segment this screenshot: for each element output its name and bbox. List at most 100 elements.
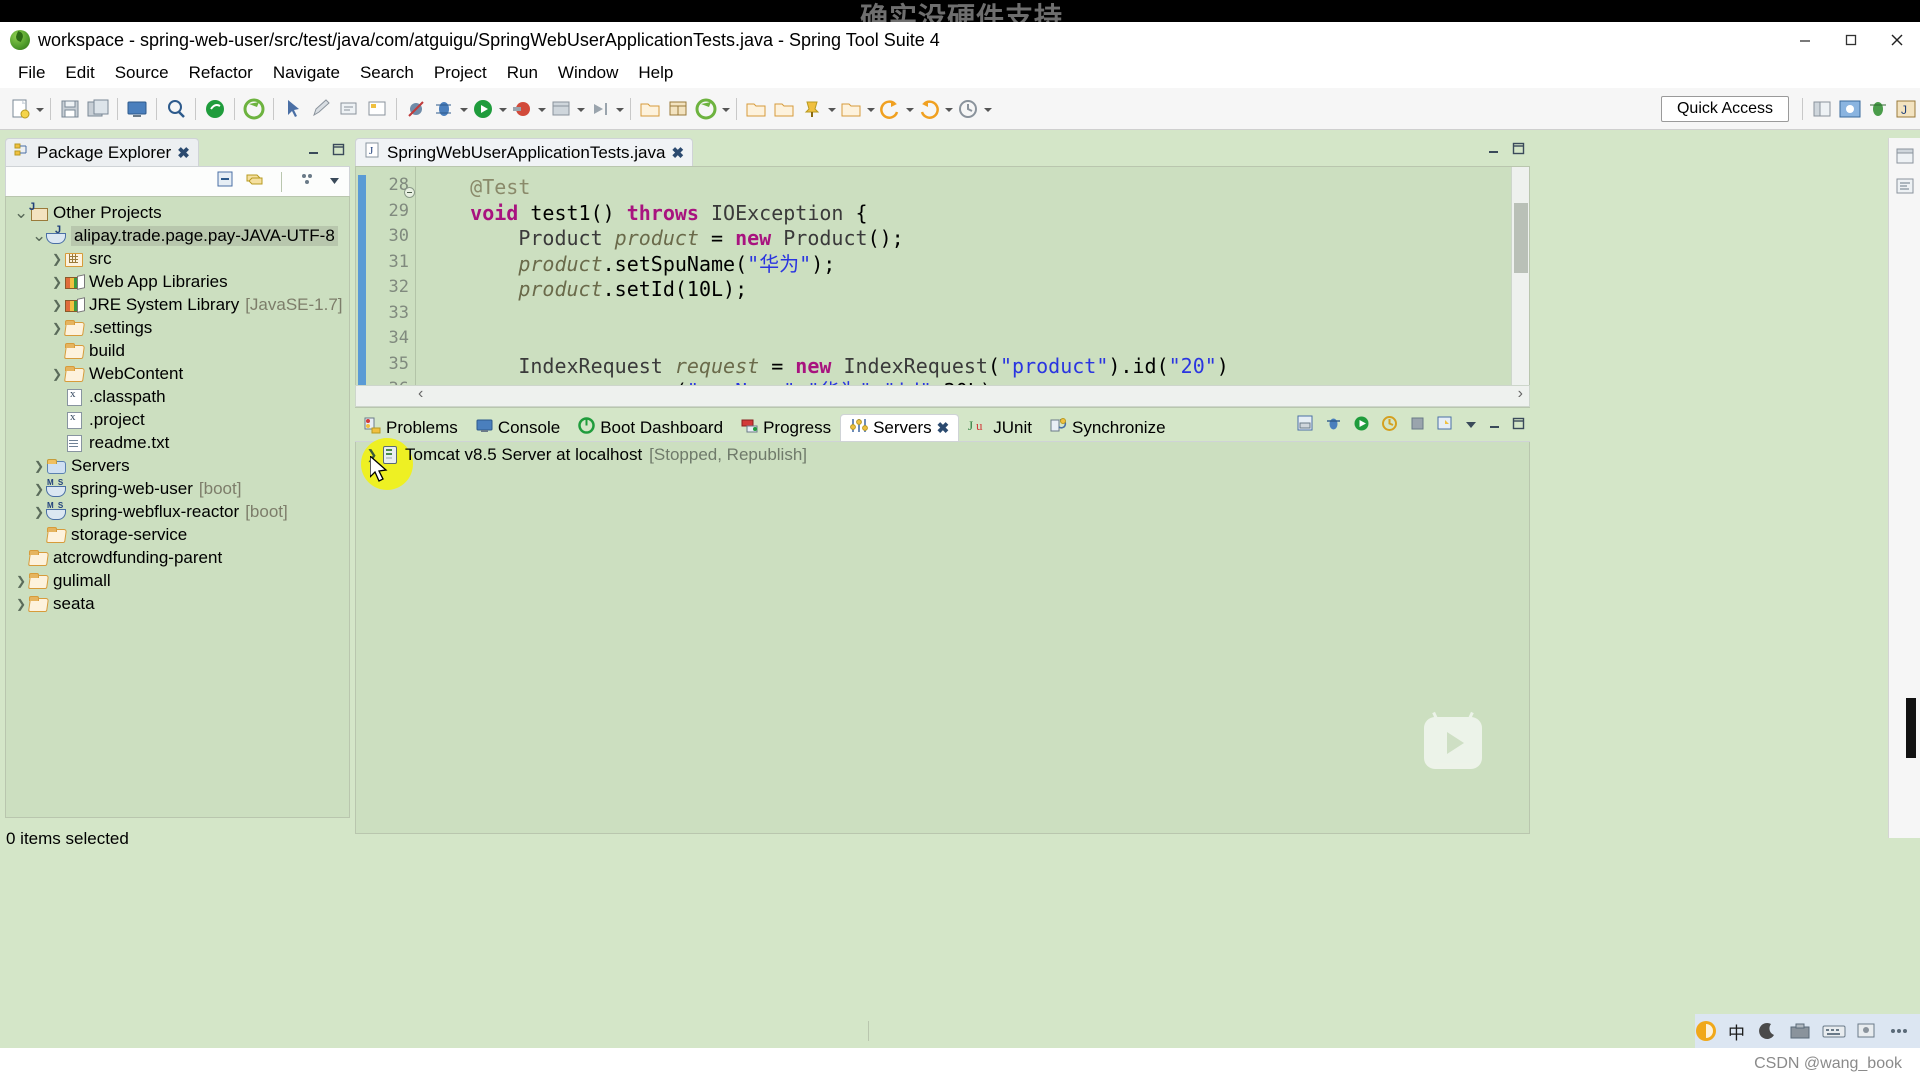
chevron-right-icon[interactable]: ❯: [14, 574, 28, 588]
tree-item[interactable]: ❯ WebContent: [6, 362, 349, 385]
new-wizard-dropdown-icon[interactable]: [34, 96, 45, 122]
ime-toolbox-icon[interactable]: [1789, 1020, 1811, 1042]
minimize-editor-icon[interactable]: [1486, 141, 1501, 161]
back-icon[interactable]: [877, 96, 903, 122]
tab-springwebuserapplicationtests-java[interactable]: J SpringWebUserApplicationTests.java ✖: [355, 138, 694, 166]
perspective-java-button[interactable]: J: [1893, 96, 1919, 122]
chevron-right-icon[interactable]: ❯: [50, 367, 64, 381]
menu-project[interactable]: Project: [424, 61, 497, 85]
back-dropdown-icon[interactable]: [904, 96, 915, 122]
tree-item[interactable]: ❯ src: [6, 247, 349, 270]
forward-icon[interactable]: [916, 96, 942, 122]
new-server-icon[interactable]: [1296, 414, 1315, 438]
scroll-right-icon[interactable]: ›: [1518, 385, 1523, 403]
search-icon[interactable]: [163, 96, 189, 122]
tree-item[interactable]: ⌄ Other Projects: [6, 201, 349, 224]
view-menu-chevron-down-icon[interactable]: [328, 172, 341, 192]
tab-servers[interactable]: Servers ✖: [840, 414, 960, 441]
open-type-dropdown-icon[interactable]: [575, 96, 586, 122]
external-tools-dropdown-icon[interactable]: [536, 96, 547, 122]
chevron-right-icon[interactable]: ❯: [32, 505, 46, 519]
tree-item[interactable]: ❯ .settings: [6, 316, 349, 339]
git-dropdown-icon[interactable]: [720, 96, 731, 122]
open-console-icon[interactable]: [124, 96, 150, 122]
maximize-view-icon[interactable]: [331, 142, 346, 162]
tab-package-explorer[interactable]: Package Explorer ✖: [5, 138, 199, 166]
tree-item[interactable]: ❯ spring-web-user[boot]: [6, 477, 349, 500]
boot-run-icon[interactable]: [202, 96, 228, 122]
perspective-debug-button[interactable]: [1865, 96, 1891, 122]
run-dropdown-icon[interactable]: [497, 96, 508, 122]
close-icon[interactable]: ✖: [177, 144, 190, 162]
forward-dropdown-icon[interactable]: [943, 96, 954, 122]
open-perspective-icon[interactable]: [838, 96, 864, 122]
view-menu-icon[interactable]: [299, 170, 318, 194]
editor-vertical-scrollbar[interactable]: [1511, 167, 1529, 407]
ime-settings-icon[interactable]: [1855, 1020, 1877, 1042]
ime-keyboard-icon[interactable]: [1822, 1020, 1846, 1042]
pin-editor-icon[interactable]: [799, 96, 825, 122]
git-repository-icon[interactable]: [693, 96, 719, 122]
scroll-left-icon[interactable]: ‹: [418, 385, 423, 403]
chevron-right-icon[interactable]: ❯: [14, 597, 28, 611]
open-resource-icon[interactable]: [743, 96, 769, 122]
chevron-right-icon[interactable]: ❯: [50, 321, 64, 335]
chevron-right-icon[interactable]: ❯: [32, 482, 46, 496]
minimize-button[interactable]: [1782, 22, 1828, 58]
tab-console[interactable]: Console: [467, 414, 569, 441]
menu-run[interactable]: Run: [497, 61, 548, 85]
menu-window[interactable]: Window: [548, 61, 628, 85]
tree-item[interactable]: .classpath: [6, 385, 349, 408]
maximize-button[interactable]: [1828, 22, 1874, 58]
next-annotation-dropdown-icon[interactable]: [614, 96, 625, 122]
external-tools-icon[interactable]: [509, 96, 535, 122]
tree-item[interactable]: ❯ gulimall: [6, 569, 349, 592]
chevron-right-icon[interactable]: ❯: [50, 298, 64, 312]
restore-view-icon[interactable]: [1893, 144, 1917, 168]
tree-item[interactable]: ❯ seata: [6, 592, 349, 615]
tree-item[interactable]: .project: [6, 408, 349, 431]
server-list-item[interactable]: ❯ Tomcat v8.5 Server at localhost [Stopp…: [356, 438, 1529, 490]
ime-moon-icon[interactable]: [1756, 1020, 1778, 1042]
menu-search[interactable]: Search: [350, 61, 424, 85]
code-editor[interactable]: 28293031323334353637 @Test void test1() …: [355, 166, 1530, 408]
open-folder-icon[interactable]: [637, 96, 663, 122]
tab-boot-dashboard[interactable]: Boot Dashboard: [569, 414, 732, 441]
next-annotation-icon[interactable]: [587, 96, 613, 122]
chevron-down-icon[interactable]: ⌄: [14, 203, 28, 223]
menu-navigate[interactable]: Navigate: [263, 61, 350, 85]
run-icon[interactable]: [470, 96, 496, 122]
menu-source[interactable]: Source: [105, 61, 179, 85]
menu-refactor[interactable]: Refactor: [179, 61, 263, 85]
link-with-editor-icon[interactable]: [245, 170, 264, 194]
cursor-pointer-icon[interactable]: [280, 96, 306, 122]
tab-problems[interactable]: Problems: [355, 414, 467, 441]
tree-item[interactable]: ⌄ alipay.trade.page.pay-JAVA-UTF-8: [6, 224, 349, 247]
perspective-boot-button[interactable]: [1837, 96, 1863, 122]
servers-view-body[interactable]: ❯ Tomcat v8.5 Server at localhost [Stopp…: [355, 438, 1530, 834]
tree-item[interactable]: ❯ JRE System Library [JavaSE-1.7]: [6, 293, 349, 316]
close-button[interactable]: [1874, 22, 1920, 58]
save-all-icon[interactable]: [85, 96, 111, 122]
tree-item[interactable]: ❯ spring-webflux-reactor[boot]: [6, 500, 349, 523]
tab-junit[interactable]: Ju JUnit: [959, 414, 1041, 441]
open-resource2-icon[interactable]: [771, 96, 797, 122]
close-icon[interactable]: ✖: [937, 419, 950, 437]
start-server-icon[interactable]: [1352, 414, 1371, 438]
tree-item[interactable]: ❯ Servers: [6, 454, 349, 477]
maximize-editor-icon[interactable]: [1511, 141, 1526, 161]
history-icon[interactable]: [955, 96, 981, 122]
quick-access-field[interactable]: Quick Access: [1661, 95, 1789, 122]
debug-dropdown-icon[interactable]: [458, 96, 469, 122]
save-icon[interactable]: [57, 96, 83, 122]
debug-icon[interactable]: [431, 96, 457, 122]
tree-item[interactable]: storage-service: [6, 523, 349, 546]
minimize-view-icon[interactable]: [1487, 416, 1502, 436]
ime-more-icon[interactable]: [1888, 1020, 1910, 1042]
package-explorer-tree[interactable]: ⌄ Other Projects ⌄ alipay.trade.page.pay-JA…: [5, 196, 350, 818]
fold-toggle-icon[interactable]: [404, 187, 415, 198]
close-icon[interactable]: ✖: [671, 144, 684, 162]
ime-logo-icon[interactable]: [1695, 1020, 1717, 1042]
maximize-view-icon[interactable]: [1511, 416, 1526, 436]
open-perspective-button[interactable]: [1809, 96, 1835, 122]
